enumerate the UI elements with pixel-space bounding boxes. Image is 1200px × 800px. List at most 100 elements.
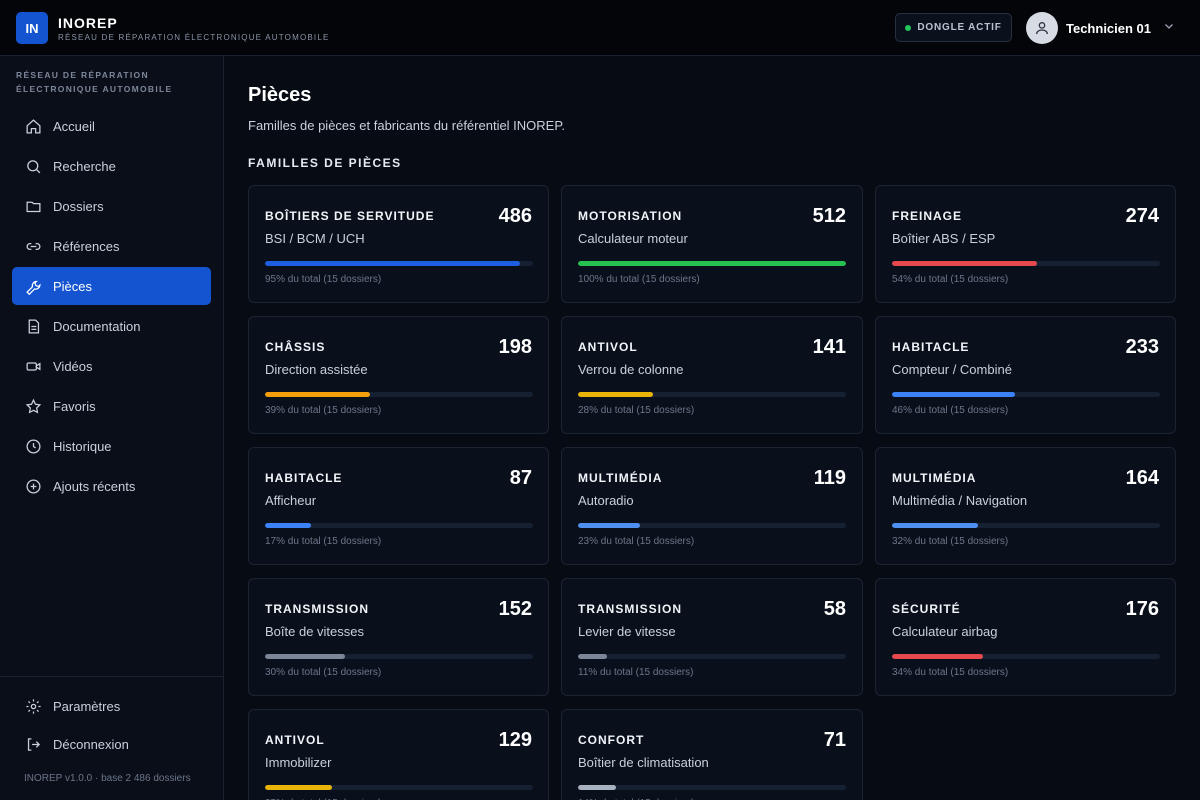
- card-count: 198: [498, 336, 532, 358]
- card-part-name: Direction assistée: [265, 362, 368, 377]
- progress-fill: [578, 785, 616, 790]
- part-family-card[interactable]: FREINAGE 274 Boîtier ABS / ESP 54% du total…: [875, 185, 1176, 303]
- part-family-card[interactable]: MOTORISATION 512 Calculateur moteur 100% du…: [561, 185, 863, 303]
- card-category: MULTIMÉDIA: [892, 471, 977, 485]
- part-family-card[interactable]: SÉCURITÉ 176 Calculateur airbag 34% du tota…: [875, 578, 1176, 696]
- card-share-meta: 17% du total (15 dossiers): [265, 536, 382, 547]
- progress-fill: [578, 523, 640, 528]
- sidebar-item-recherche[interactable]: Recherche: [12, 147, 211, 185]
- card-part-name: Boîtier de climatisation: [578, 755, 709, 770]
- card-category: SÉCURITÉ: [892, 602, 961, 616]
- sidebar-item-references[interactable]: Références: [12, 227, 211, 265]
- sidebar-item-label: Pièces: [53, 278, 93, 294]
- card-count: 152: [498, 598, 532, 620]
- progress-fill: [265, 523, 311, 528]
- logout-icon: [24, 735, 42, 753]
- dongle-status-label: DONGLE ACTIF: [917, 22, 1002, 33]
- user-menu[interactable]: Technicien 01: [1026, 12, 1175, 44]
- video-icon: [24, 357, 42, 375]
- sidebar-item-label: Accueil: [53, 118, 95, 134]
- main-content: Pièces Familles de pièces et fabricants …: [224, 56, 1200, 800]
- sidebar-item-historique[interactable]: Historique: [12, 427, 211, 465]
- progress-track: [265, 261, 533, 266]
- sidebar-item-videos[interactable]: Vidéos: [12, 347, 211, 385]
- sidebar-title: RÉSEAU DE RÉPARATION ÉLECTRONIQUE AUTOMO…: [16, 70, 173, 94]
- sidebar-item-ajouts-recents[interactable]: Ajouts récents: [12, 467, 211, 505]
- sidebar-item-accueil[interactable]: Accueil: [12, 107, 211, 145]
- progress-track: [892, 523, 1160, 528]
- card-count: 233: [1125, 336, 1159, 358]
- sidebar-item-favoris[interactable]: Favoris: [12, 387, 211, 425]
- progress-fill: [578, 261, 846, 266]
- card-part-name: Compteur / Combiné: [892, 362, 1012, 377]
- part-family-card[interactable]: HABITACLE 233 Compteur / Combiné 46% du tot…: [875, 316, 1176, 434]
- part-family-card[interactable]: HABITACLE 87 Afficheur 17% du total (15 dos…: [248, 447, 549, 565]
- card-count: 274: [1125, 205, 1159, 227]
- sidebar-item-label: Favoris: [53, 398, 96, 414]
- part-family-card[interactable]: TRANSMISSION 152 Boîte de vitesses 30% du t…: [248, 578, 549, 696]
- progress-track: [578, 523, 846, 528]
- progress-track: [578, 261, 846, 266]
- part-family-card[interactable]: BOÎTIERS DE SERVITUDE 486 BSI / BCM / UCH 9…: [248, 185, 549, 303]
- sidebar-bottom-nav: Paramètres Déconnexion: [12, 688, 211, 764]
- part-family-card[interactable]: MULTIMÉDIA 164 Multimédia / Navigation 32% …: [875, 447, 1176, 565]
- progress-fill: [892, 523, 978, 528]
- card-share-meta: 34% du total (15 dossiers): [892, 667, 1009, 678]
- document-icon: [24, 317, 42, 335]
- section-title: FAMILLES DE PIÈCES: [248, 156, 402, 170]
- sidebar-item-deconnexion[interactable]: Déconnexion: [12, 726, 211, 762]
- sidebar-item-pieces[interactable]: Pièces: [12, 267, 211, 305]
- sidebar-item-documentation[interactable]: Documentation: [12, 307, 211, 345]
- part-family-card[interactable]: ANTIVOL129Immobilizer25% du total (15 do…: [248, 709, 549, 800]
- part-family-card[interactable]: TRANSMISSION 58 Levier de vitesse 11% du to…: [561, 578, 863, 696]
- card-share-meta: 39% du total (15 dossiers): [265, 405, 382, 416]
- card-category: ANTIVOL: [265, 733, 325, 747]
- card-part-name: Boîtier ABS / ESP: [892, 231, 996, 246]
- chevron-down-icon[interactable]: [1163, 19, 1175, 37]
- card-part-name: Immobilizer: [265, 755, 332, 770]
- user-name[interactable]: Technicien 01: [1066, 21, 1151, 36]
- part-family-card[interactable]: MULTIMÉDIA 119 Autoradio 23% du total (15 d…: [561, 447, 863, 565]
- card-part-name: Autoradio: [578, 493, 634, 508]
- card-count: 87: [509, 467, 532, 489]
- card-count: 119: [813, 467, 846, 489]
- app-logo[interactable]: IN: [16, 12, 48, 44]
- progress-track: [578, 654, 846, 659]
- top-bar: IN INOREP RÉSEAU DE RÉPARATION ÉLECTRONI…: [0, 0, 1200, 56]
- folder-icon: [24, 197, 42, 215]
- sidebar-item-label: Historique: [53, 438, 112, 454]
- progress-track: [892, 261, 1160, 266]
- progress-track: [265, 523, 533, 528]
- card-count: 164: [1125, 467, 1159, 489]
- card-category: TRANSMISSION: [265, 602, 370, 616]
- progress-fill: [578, 654, 608, 659]
- card-category: ANTIVOL: [578, 340, 638, 354]
- card-count: 486: [498, 205, 532, 227]
- part-family-card[interactable]: CHÂSSIS 198 Direction assistée 39% du total…: [248, 316, 549, 434]
- card-category: FREINAGE: [892, 209, 963, 223]
- gear-icon: [24, 697, 42, 715]
- card-category: MOTORISATION: [578, 209, 683, 223]
- sidebar-item-label: Vidéos: [53, 358, 93, 374]
- card-count: 129: [498, 729, 532, 751]
- progress-track: [265, 392, 533, 397]
- plus-circle-icon: [24, 477, 42, 495]
- part-family-card[interactable]: CONFORT71Boîtier de climatisation14% du …: [561, 709, 863, 800]
- card-count: 58: [823, 598, 846, 620]
- brand: INOREP RÉSEAU DE RÉPARATION ÉLECTRONIQUE…: [58, 15, 330, 42]
- sidebar-item-dossiers[interactable]: Dossiers: [12, 187, 211, 225]
- progress-fill: [265, 261, 520, 266]
- card-share-meta: 95% du total (15 dossiers): [265, 274, 382, 285]
- card-part-name: Multimédia / Navigation: [892, 493, 1028, 508]
- avatar[interactable]: [1026, 12, 1058, 44]
- progress-fill: [265, 392, 370, 397]
- card-share-meta: 54% du total (15 dossiers): [892, 274, 1009, 285]
- sidebar-item-parametres[interactable]: Paramètres: [12, 688, 211, 724]
- card-share-meta: 32% du total (15 dossiers): [892, 536, 1009, 547]
- progress-track: [265, 654, 533, 659]
- sidebar-item-label: Dossiers: [53, 198, 104, 214]
- part-family-card[interactable]: ANTIVOL 141 Verrou de colonne 28% du total …: [561, 316, 863, 434]
- progress-track: [892, 392, 1160, 397]
- dongle-status-badge: DONGLE ACTIF: [895, 13, 1012, 42]
- page-title: Pièces: [248, 84, 312, 106]
